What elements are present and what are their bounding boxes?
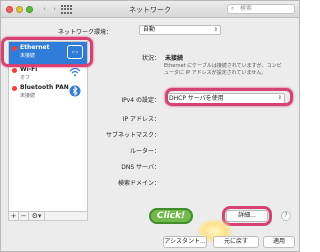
dns-server-label: DNS サーバ： — [121, 164, 160, 171]
search-field[interactable]: ⌕ 検索 — [227, 4, 295, 14]
service-name: Bluetooth PAN — [20, 84, 69, 91]
service-status: 未接続 — [20, 93, 36, 99]
advanced-button[interactable]: 詳細... — [226, 210, 268, 222]
status-description: Ethernet にケーブルは接続されていますが、コンピュータに IP アドレス… — [164, 63, 282, 76]
select-arrows-icon: ⇕ — [213, 27, 218, 33]
bluetooth-icon — [67, 85, 83, 99]
service-name: Wi-Fi — [20, 66, 38, 73]
apply-button[interactable]: 適用 — [263, 236, 295, 248]
remove-service-button[interactable]: − — [19, 212, 29, 220]
ipv4-highlight-annotation — [165, 88, 293, 106]
revert-button[interactable]: 元に戻す — [213, 236, 259, 248]
status-dot — [12, 86, 17, 91]
search-placeholder: 検索 — [240, 5, 253, 12]
location-value: 自動 — [143, 26, 156, 33]
title-bar: ‹ › ネットワーク ⌕ 検索 — [1, 1, 299, 18]
ip-address-label: IP アドレス： — [122, 116, 160, 123]
wifi-icon — [67, 67, 83, 81]
status-value: 未接続 — [165, 55, 184, 62]
router-label: ルーター： — [129, 148, 160, 155]
assistant-button[interactable]: アシスタント... — [163, 236, 207, 248]
status-label: 状況： — [141, 55, 160, 62]
status-dot — [12, 68, 17, 73]
service-item-bluetooth-pan[interactable]: Bluetooth PAN 未接続 — [9, 82, 87, 104]
subnet-mask-label: サブネットマスク： — [105, 132, 160, 139]
network-preferences-window: ‹ › ネットワーク ⌕ 検索 ネットワーク環境： 自動 ⇕ Ethernet … — [0, 0, 300, 252]
help-button[interactable]: ? — [281, 211, 291, 221]
location-label: ネットワーク環境： — [58, 29, 113, 36]
details-panel: 状況： 未接続 Ethernet にケーブルは接続されていますが、コンピュータに… — [92, 41, 293, 221]
ethernet-highlight-annotation — [1, 37, 93, 67]
ipv4-label: IPv4 の設定： — [121, 97, 160, 104]
search-domain-label: 検索ドメイン： — [117, 180, 160, 187]
location-select[interactable]: 自動 ⇕ — [139, 25, 221, 35]
search-icon: ⌕ — [231, 5, 235, 12]
add-service-button[interactable]: + — [9, 212, 19, 220]
click-annotation-badge: Click! — [149, 208, 193, 224]
service-status: オフ — [20, 75, 31, 81]
service-list-toolbar: + − ⚙▾ — [8, 211, 88, 221]
action-menu-gear-icon[interactable]: ⚙▾ — [29, 212, 45, 220]
service-list: Ethernet 未接続 ‹·› Wi-Fi オフ Bluetooth PAN … — [8, 41, 88, 221]
